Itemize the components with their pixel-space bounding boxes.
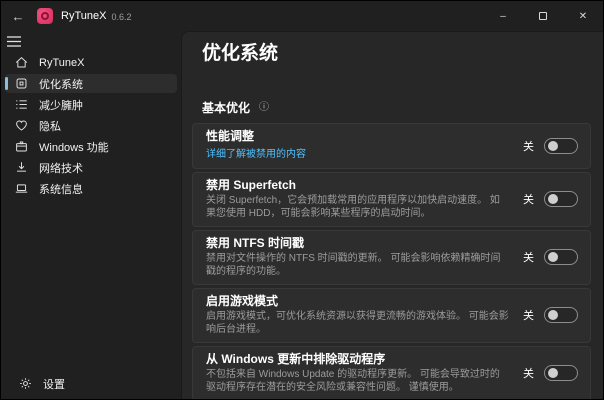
toggle-control: 关 [523,249,578,265]
toggle-knob [548,310,558,320]
toggle-switch[interactable] [544,365,578,381]
package-icon [14,140,28,154]
setting-title: 启用游戏模式 [206,294,509,309]
toggle-control: 关 [523,191,578,207]
sidebar-item-label: 设置 [43,376,65,392]
toggle-knob [548,194,558,204]
close-icon: ✕ [579,11,587,22]
home-icon [14,56,28,70]
sidebar: RyTuneX 优化系统减少臃肿隐私 Windows 功能网络技术系统信息 设置 [1,31,181,399]
sidebar-item-optimize[interactable]: 优化系统 [5,74,177,93]
sidebar-item-privacy[interactable]: 隐私 [5,116,177,135]
sidebar-item-debloat[interactable]: 减少臃肿 [5,95,177,114]
sidebar-item-label: 隐私 [39,118,61,134]
sidebar-item-settings[interactable]: 设置 [9,374,173,393]
hamburger-icon [7,36,21,47]
setting-text: 启用游戏模式启用游戏模式，可优化系统资源以获得更流畅的游戏体验。 可能会影响后台… [206,294,523,336]
toggle-knob [548,141,558,151]
setting-description: 启用游戏模式，可优化系统资源以获得更流畅的游戏体验。 可能会影响后台进程。 [206,310,509,336]
app-logo-icon [37,8,53,24]
info-icon[interactable]: ⓘ [259,103,269,113]
minimize-button[interactable]: – [483,1,523,31]
setting-title: 禁用 Superfetch [206,178,509,193]
heart-icon [14,119,28,133]
sidebar-item-network[interactable]: 网络技术 [5,158,177,177]
page-title: 优化系统 [202,42,591,66]
setting-card: 禁用 NTFS 时间戳禁用对文件操作的 NTFS 时间戳的更新。 可能会影响依赖… [192,230,591,285]
toggle-state-label: 关 [523,249,534,265]
nav-menu-button[interactable] [7,32,41,50]
toggle-switch[interactable] [544,138,578,154]
toggle-knob [548,368,558,378]
toggle-state-label: 关 [523,365,534,381]
toggle-switch[interactable] [544,249,578,265]
toggle-state-label: 关 [523,138,534,154]
titlebar: ← RyTuneX 0.6.2 – ✕ [1,1,603,31]
sidebar-item-label: RyTuneX [39,57,84,69]
toggle-switch[interactable] [544,307,578,323]
setting-description: 关闭 Superfetch，它会预加载常用的应用程序以加快启动速度。 如果您使用… [206,194,509,220]
setting-description: 禁用对文件操作的 NTFS 时间戳的更新。 可能会影响依赖精确时间戳的程序的功能… [206,252,509,278]
setting-text: 禁用 Superfetch关闭 Superfetch，它会预加载常用的应用程序以… [206,178,523,220]
main-content: 优化系统 基本优化ⓘ性能调整详细了解被禁用的内容关禁用 Superfetch关闭… [181,31,603,399]
sidebar-item-label: 系统信息 [39,181,83,197]
toggle-knob [548,252,558,262]
setting-text: 禁用 NTFS 时间戳禁用对文件操作的 NTFS 时间戳的更新。 可能会影响依赖… [206,236,523,278]
sidebar-item-label: 优化系统 [39,76,83,92]
setting-description: 不包括来自 Windows Update 的驱动程序更新。 可能会导致过时的驱动… [206,368,509,394]
toggle-switch[interactable] [544,191,578,207]
setting-title: 从 Windows 更新中排除驱动程序 [206,352,509,367]
optimize-icon [14,77,28,91]
setting-text: 性能调整详细了解被禁用的内容 [206,129,523,162]
setting-card: 从 Windows 更新中排除驱动程序不包括来自 Windows Update … [192,346,591,399]
sidebar-item-label: 减少臃肿 [39,97,83,113]
gear-icon [18,377,32,391]
setting-title: 性能调整 [206,129,509,144]
toggle-control: 关 [523,365,578,381]
maximize-button[interactable] [523,1,563,31]
back-arrow-icon: ← [12,9,25,24]
debloat-list-icon [14,98,28,112]
setting-card: 性能调整详细了解被禁用的内容关 [192,123,591,169]
sidebar-item-sysinfo[interactable]: 系统信息 [5,179,177,198]
toggle-state-label: 关 [523,307,534,323]
toggle-control: 关 [523,307,578,323]
maximize-icon [539,12,547,20]
toggle-control: 关 [523,138,578,154]
back-button[interactable]: ← [1,1,35,31]
setting-text: 从 Windows 更新中排除驱动程序不包括来自 Windows Update … [206,352,523,394]
sidebar-footer: 设置 [5,373,177,394]
app-version: 0.6.2 [111,11,131,22]
laptop-icon [14,182,28,196]
close-button[interactable]: ✕ [563,1,603,31]
sidebar-item-home[interactable]: RyTuneX [5,53,177,72]
settings-section: 基本优化ⓘ性能调整详细了解被禁用的内容关禁用 Superfetch关闭 Supe… [192,99,591,399]
toggle-state-label: 关 [523,191,534,207]
download-icon [14,161,28,175]
learn-more-link[interactable]: 详细了解被禁用的内容 [206,148,306,161]
sidebar-nav: RyTuneX 优化系统减少臃肿隐私 Windows 功能网络技术系统信息 [1,52,181,199]
minimize-icon: – [500,11,506,22]
app-title: RyTuneX [61,10,106,22]
section-title: 基本优化 [202,99,250,116]
section-header: 基本优化 ⓘ [202,99,591,116]
selected-indicator [5,77,8,90]
setting-card: 启用游戏模式启用游戏模式，可优化系统资源以获得更流畅的游戏体验。 可能会影响后台… [192,288,591,343]
sidebar-item-features[interactable]: Windows 功能 [5,137,177,156]
sidebar-item-label: Windows 功能 [39,139,109,155]
sidebar-item-label: 网络技术 [39,160,83,176]
setting-card: 禁用 Superfetch关闭 Superfetch，它会预加载常用的应用程序以… [192,172,591,227]
setting-title: 禁用 NTFS 时间戳 [206,236,509,251]
